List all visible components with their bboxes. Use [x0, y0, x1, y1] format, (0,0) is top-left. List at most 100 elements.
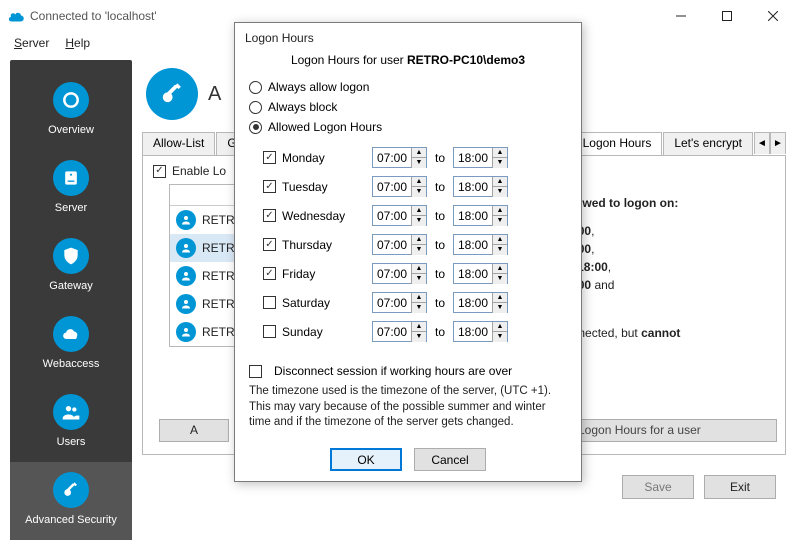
spin-down-icon[interactable]: ▼: [493, 245, 507, 255]
to-time[interactable]: 18:00▲▼: [453, 176, 508, 197]
spinner[interactable]: ▲▼: [492, 148, 507, 168]
spin-up-icon[interactable]: ▲: [493, 177, 507, 187]
tab-scroll-right[interactable]: ►: [770, 132, 786, 154]
spin-down-icon[interactable]: ▼: [412, 187, 426, 197]
sidebar-item-advanced-security[interactable]: Advanced Security: [10, 462, 132, 540]
from-time[interactable]: 07:00▲▼: [372, 176, 427, 197]
spin-up-icon[interactable]: ▲: [412, 264, 426, 274]
from-time[interactable]: 07:00▲▼: [372, 292, 427, 313]
spin-down-icon[interactable]: ▼: [493, 216, 507, 226]
spin-up-icon[interactable]: ▲: [493, 206, 507, 216]
spinner[interactable]: ▲▼: [492, 264, 507, 284]
cancel-button[interactable]: Cancel: [414, 448, 486, 471]
to-time[interactable]: 18:00▲▼: [453, 147, 508, 168]
spinner[interactable]: ▲▼: [411, 293, 426, 313]
spin-down-icon[interactable]: ▼: [412, 216, 426, 226]
timezone-note: The timezone used is the timezone of the…: [249, 382, 567, 439]
to-label: to: [427, 180, 453, 194]
sidebar-item-overview[interactable]: Overview: [10, 72, 132, 150]
enable-label: Enable Lo: [172, 164, 226, 178]
spinner[interactable]: ▲▼: [411, 206, 426, 226]
radio-always-block[interactable]: Always block: [249, 97, 567, 117]
radio-always-allow[interactable]: Always allow logon: [249, 77, 567, 97]
exit-button[interactable]: Exit: [704, 475, 776, 499]
spinner[interactable]: ▲▼: [492, 235, 507, 255]
spinner[interactable]: ▲▼: [411, 264, 426, 284]
menu-help[interactable]: Help: [57, 34, 98, 52]
spinner[interactable]: ▲▼: [411, 322, 426, 342]
tab-lets-encrypt[interactable]: Let's encrypt: [663, 132, 753, 155]
spin-up-icon[interactable]: ▲: [493, 148, 507, 158]
day-checkbox[interactable]: [263, 296, 276, 309]
day-checkbox[interactable]: [263, 325, 276, 338]
from-time[interactable]: 07:00▲▼: [372, 234, 427, 255]
spin-down-icon[interactable]: ▼: [493, 303, 507, 313]
spin-down-icon[interactable]: ▼: [493, 274, 507, 284]
tab-allow-list[interactable]: Allow-List: [142, 132, 215, 155]
tab-scroll-left[interactable]: ◄: [754, 132, 770, 154]
sidebar-item-gateway[interactable]: Gateway: [10, 228, 132, 306]
day-checkbox[interactable]: [263, 180, 276, 193]
to-time[interactable]: 18:00▲▼: [453, 205, 508, 226]
spinner[interactable]: ▲▼: [492, 293, 507, 313]
spin-down-icon[interactable]: ▼: [493, 187, 507, 197]
spinner[interactable]: ▲▼: [411, 235, 426, 255]
to-label: to: [427, 325, 453, 339]
spin-up-icon[interactable]: ▲: [412, 206, 426, 216]
close-button[interactable]: [750, 0, 796, 32]
menu-server[interactable]: Server: [6, 34, 57, 52]
from-time[interactable]: 07:00▲▼: [372, 147, 427, 168]
spin-up-icon[interactable]: ▲: [493, 264, 507, 274]
sidebar-item-server[interactable]: Server: [10, 150, 132, 228]
spin-down-icon[interactable]: ▼: [493, 332, 507, 342]
spinner[interactable]: ▲▼: [492, 322, 507, 342]
spin-up-icon[interactable]: ▲: [412, 322, 426, 332]
spin-down-icon[interactable]: ▼: [493, 158, 507, 168]
from-time[interactable]: 07:00▲▼: [372, 263, 427, 284]
spinner[interactable]: ▲▼: [411, 148, 426, 168]
enable-checkbox[interactable]: [153, 165, 166, 178]
spin-up-icon[interactable]: ▲: [493, 322, 507, 332]
spinner[interactable]: ▲▼: [411, 177, 426, 197]
day-checkbox[interactable]: [263, 151, 276, 164]
sidebar-item-users[interactable]: Users: [10, 384, 132, 462]
day-checkbox[interactable]: [263, 238, 276, 251]
spin-down-icon[interactable]: ▼: [412, 303, 426, 313]
from-time[interactable]: 07:00▲▼: [372, 321, 427, 342]
spin-up-icon[interactable]: ▲: [493, 235, 507, 245]
server-icon: [53, 160, 89, 196]
from-time[interactable]: 07:00▲▼: [372, 205, 427, 226]
to-time[interactable]: 18:00▲▼: [453, 234, 508, 255]
radio-icon: [249, 121, 262, 134]
sidebar-item-label: Advanced Security: [25, 514, 117, 526]
day-checkbox[interactable]: [263, 267, 276, 280]
spin-up-icon[interactable]: ▲: [412, 235, 426, 245]
spin-up-icon[interactable]: ▲: [412, 293, 426, 303]
to-time[interactable]: 18:00▲▼: [453, 321, 508, 342]
disconnect-checkbox[interactable]: [249, 365, 262, 378]
sidebar-item-webaccess[interactable]: Webaccess: [10, 306, 132, 384]
to-time[interactable]: 18:00▲▼: [453, 292, 508, 313]
spinner[interactable]: ▲▼: [492, 206, 507, 226]
spin-down-icon[interactable]: ▼: [412, 274, 426, 284]
avatar-icon: [176, 294, 196, 314]
maximize-button[interactable]: [704, 0, 750, 32]
spin-down-icon[interactable]: ▼: [412, 158, 426, 168]
day-label: Thursday: [282, 238, 372, 252]
ok-button[interactable]: OK: [330, 448, 402, 471]
main-footer: Save Exit: [622, 475, 776, 499]
spin-up-icon[interactable]: ▲: [412, 177, 426, 187]
tab-logon-hours[interactable]: Logon Hours: [572, 132, 663, 155]
spin-up-icon[interactable]: ▲: [493, 293, 507, 303]
radio-allowed-hours[interactable]: Allowed Logon Hours: [249, 117, 567, 137]
spin-down-icon[interactable]: ▼: [412, 245, 426, 255]
save-button[interactable]: Save: [622, 475, 694, 499]
spinner[interactable]: ▲▼: [492, 177, 507, 197]
to-time[interactable]: 18:00▲▼: [453, 263, 508, 284]
minimize-button[interactable]: [658, 0, 704, 32]
spin-down-icon[interactable]: ▼: [412, 332, 426, 342]
disconnect-checkbox-row[interactable]: Disconnect session if working hours are …: [249, 360, 567, 382]
day-checkbox[interactable]: [263, 209, 276, 222]
spin-up-icon[interactable]: ▲: [412, 148, 426, 158]
a-button[interactable]: A: [159, 419, 229, 442]
